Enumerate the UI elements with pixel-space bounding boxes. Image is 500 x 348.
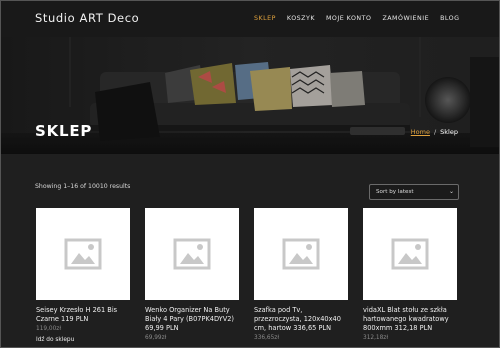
product-image[interactable] — [36, 208, 130, 300]
nav-item-blog[interactable]: BLOG — [440, 15, 459, 25]
site-header: Studio ART Deco SKLEP KOSZYK MOJE KONTO … — [0, 0, 500, 37]
nav-item-moje-konto[interactable]: MOJE KONTO — [326, 15, 371, 25]
breadcrumb: Home / Sklep — [411, 128, 458, 136]
nav-item-zamowienie[interactable]: ZAMÓWIENIE — [382, 15, 429, 25]
breadcrumb-separator: / — [433, 128, 437, 136]
product-image[interactable] — [363, 208, 457, 300]
result-count: Showing 1–16 of 10010 results — [35, 183, 131, 190]
product-title[interactable]: vidaXL Blat stołu ze szkła hartowanego k… — [363, 306, 457, 333]
placeholder-image-icon — [391, 238, 429, 270]
product-price: 336,65zł — [254, 335, 279, 341]
product-title[interactable]: Szafka pod Tv, przezroczysta, 120x40x40 … — [254, 306, 348, 333]
placeholder-image-icon — [282, 238, 320, 270]
product-price: 312,18zł — [363, 335, 388, 341]
product-title[interactable]: Seisey Krzesło H 261 Bis Czarne 119 PLN — [36, 306, 130, 324]
placeholder-image-icon — [64, 238, 102, 270]
product-image[interactable] — [145, 208, 239, 300]
product-price: 119,00zł — [36, 326, 61, 332]
page-title: SKLEP — [35, 122, 93, 140]
main-nav: SKLEP KOSZYK MOJE KONTO ZAMÓWIENIE BLOG — [254, 15, 460, 25]
product-card[interactable]: vidaXL Blat stołu ze szkła hartowanego k… — [363, 208, 457, 341]
chevron-down-icon: ⌄ — [448, 188, 454, 195]
product-image[interactable] — [254, 208, 348, 300]
breadcrumb-home-link[interactable]: Home — [411, 128, 430, 136]
product-card[interactable]: Seisey Krzesło H 261 Bis Czarne 119 PLN … — [36, 208, 130, 343]
product-card[interactable]: Wenko Organizer Na Buty Biały 4 Pary (B0… — [145, 208, 239, 341]
hero-banner: SKLEP Home / Sklep — [0, 37, 500, 154]
nav-item-koszyk[interactable]: KOSZYK — [287, 15, 315, 25]
shop-link-button[interactable]: Idź do sklepu — [36, 337, 130, 343]
product-card[interactable]: Szafka pod Tv, przezroczysta, 120x40x40 … — [254, 208, 348, 341]
placeholder-image-icon — [173, 238, 211, 270]
sort-selected-value: Sort by latest — [376, 189, 414, 195]
product-price: 69,99zł — [145, 335, 167, 341]
breadcrumb-current: Sklep — [440, 128, 458, 136]
sort-dropdown[interactable]: Sort by latest ⌄ — [369, 184, 459, 200]
site-logo[interactable]: Studio ART Deco — [35, 11, 139, 25]
nav-item-sklep[interactable]: SKLEP — [254, 15, 276, 25]
product-title[interactable]: Wenko Organizer Na Buty Biały 4 Pary (B0… — [145, 306, 239, 333]
